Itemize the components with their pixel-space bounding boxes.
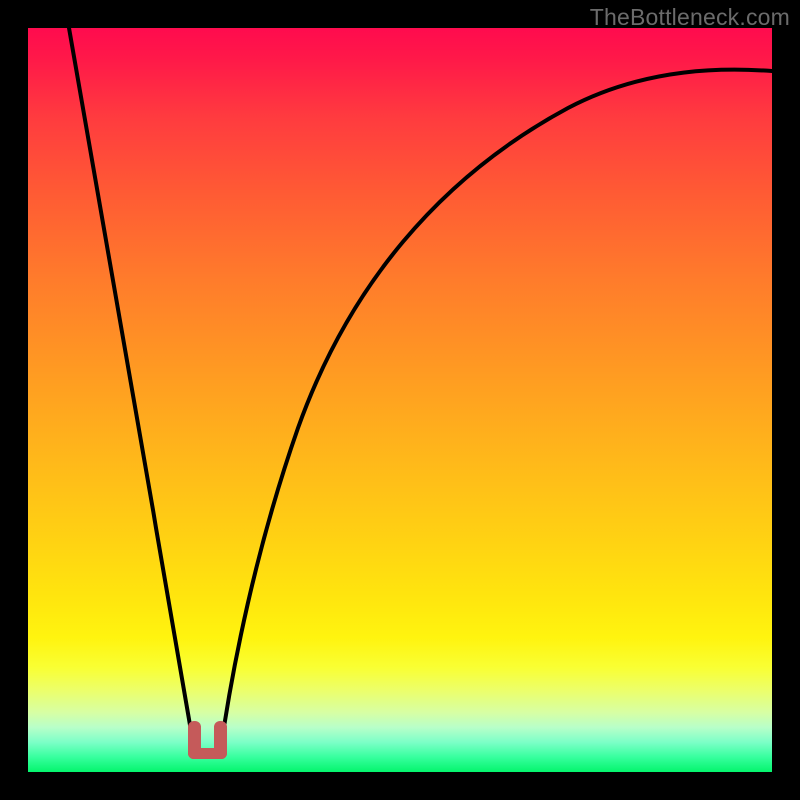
plot-area bbox=[28, 28, 772, 772]
left-branch-curve bbox=[69, 28, 195, 754]
right-branch-curve bbox=[220, 70, 772, 754]
watermark-text: TheBottleneck.com bbox=[590, 4, 790, 31]
valley-marker-bottom-bar bbox=[188, 748, 227, 759]
outer-frame: TheBottleneck.com bbox=[0, 0, 800, 800]
curve-layer bbox=[28, 28, 772, 772]
